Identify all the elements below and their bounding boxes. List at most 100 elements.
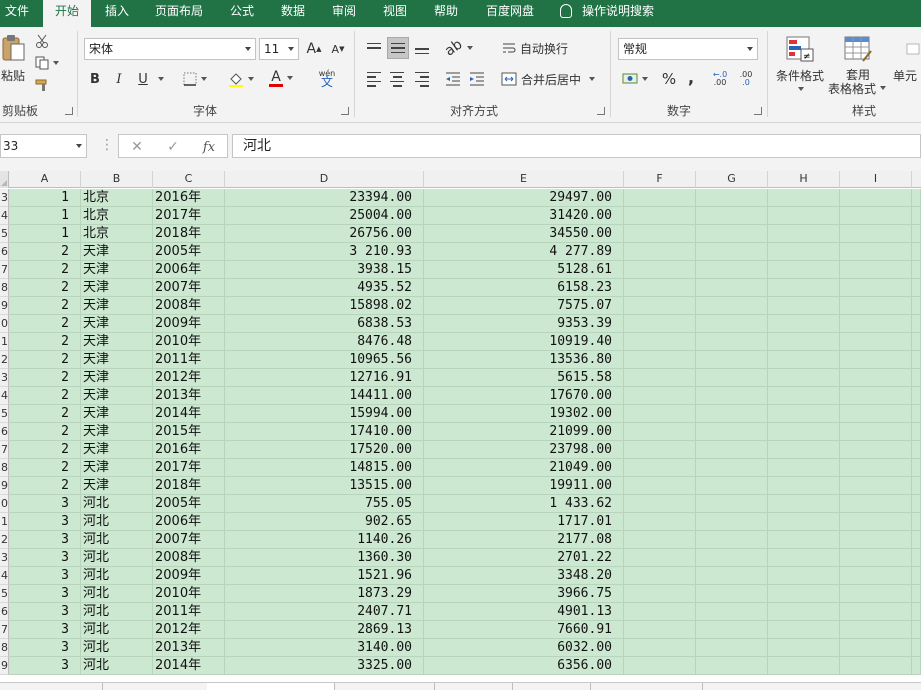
empty-cell[interactable] bbox=[696, 549, 768, 567]
worksheet-grid[interactable]: A B C D E F G H I 3 1 北京 2016年 23394.00 29497… bbox=[0, 171, 921, 682]
cell-a[interactable]: 2 bbox=[9, 477, 81, 495]
cell-b[interactable]: 天津 bbox=[81, 279, 153, 297]
empty-cell[interactable] bbox=[912, 477, 921, 495]
cell-d[interactable]: 3140.00 bbox=[225, 639, 424, 657]
empty-cell[interactable] bbox=[912, 639, 921, 657]
empty-cell[interactable] bbox=[840, 261, 912, 279]
cell-a[interactable]: 2 bbox=[9, 297, 81, 315]
empty-cell[interactable] bbox=[768, 189, 840, 207]
cell-d[interactable]: 1873.29 bbox=[225, 585, 424, 603]
cell-b[interactable]: 河北 bbox=[81, 603, 153, 621]
empty-cell[interactable] bbox=[840, 369, 912, 387]
empty-cell[interactable] bbox=[768, 441, 840, 459]
empty-cell[interactable] bbox=[840, 225, 912, 243]
underline-button[interactable]: U bbox=[134, 69, 152, 89]
sheet-tab[interactable] bbox=[335, 683, 435, 690]
cell-b[interactable]: 河北 bbox=[81, 567, 153, 585]
empty-cell[interactable] bbox=[840, 315, 912, 333]
cell-b[interactable]: 北京 bbox=[81, 207, 153, 225]
cell-e[interactable]: 10919.40 bbox=[424, 333, 624, 351]
empty-cell[interactable] bbox=[912, 567, 921, 585]
row-header[interactable]: 7 bbox=[0, 441, 9, 459]
format-as-table-button[interactable]: 表格格式 bbox=[826, 81, 888, 96]
grow-font-button[interactable]: A ▲ bbox=[304, 39, 324, 59]
cell-e[interactable]: 6356.00 bbox=[424, 657, 624, 675]
column-header-f[interactable]: F bbox=[624, 171, 696, 188]
tab-file[interactable]: 文件 bbox=[0, 0, 34, 27]
align-middle-button[interactable] bbox=[387, 37, 409, 59]
empty-cell[interactable] bbox=[696, 315, 768, 333]
orientation-button[interactable]: ab bbox=[442, 36, 475, 60]
empty-cell[interactable] bbox=[840, 603, 912, 621]
format-painter-icon[interactable] bbox=[34, 77, 52, 93]
cell-b[interactable]: 北京 bbox=[81, 225, 153, 243]
empty-cell[interactable] bbox=[624, 369, 696, 387]
cell-c[interactable]: 2005年 bbox=[153, 495, 225, 513]
tab-home[interactable]: 开始 bbox=[43, 0, 91, 27]
row-header[interactable]: 9 bbox=[0, 657, 9, 675]
cell-e[interactable]: 21099.00 bbox=[424, 423, 624, 441]
cell-c[interactable]: 2011年 bbox=[153, 351, 225, 369]
name-box[interactable]: 33 bbox=[0, 134, 87, 158]
cell-a[interactable]: 3 bbox=[9, 531, 81, 549]
empty-cell[interactable] bbox=[624, 531, 696, 549]
empty-cell[interactable] bbox=[768, 297, 840, 315]
empty-cell[interactable] bbox=[624, 387, 696, 405]
cell-c[interactable]: 2007年 bbox=[153, 279, 225, 297]
align-bottom-button[interactable] bbox=[412, 37, 432, 59]
column-header-g[interactable]: G bbox=[696, 171, 768, 188]
cell-b[interactable]: 河北 bbox=[81, 657, 153, 675]
empty-cell[interactable] bbox=[840, 387, 912, 405]
cell-a[interactable]: 1 bbox=[9, 207, 81, 225]
empty-cell[interactable] bbox=[768, 279, 840, 297]
cell-d[interactable]: 3 210.93 bbox=[225, 243, 424, 261]
cell-b[interactable]: 天津 bbox=[81, 459, 153, 477]
align-center-button[interactable] bbox=[387, 69, 407, 89]
column-header-d[interactable]: D bbox=[225, 171, 424, 188]
cell-e[interactable]: 19302.00 bbox=[424, 405, 624, 423]
decrease-indent-button[interactable] bbox=[443, 69, 463, 89]
empty-cell[interactable] bbox=[912, 333, 921, 351]
empty-cell[interactable] bbox=[912, 513, 921, 531]
font-family-select[interactable]: 宋体 bbox=[84, 38, 256, 60]
clipboard-launcher-icon[interactable] bbox=[65, 107, 73, 115]
row-header[interactable]: 4 bbox=[0, 207, 9, 225]
cell-b[interactable]: 天津 bbox=[81, 297, 153, 315]
empty-cell[interactable] bbox=[912, 351, 921, 369]
cell-d[interactable]: 755.05 bbox=[225, 495, 424, 513]
cell-e[interactable]: 4 277.89 bbox=[424, 243, 624, 261]
empty-cell[interactable] bbox=[912, 369, 921, 387]
cell-e[interactable]: 7575.07 bbox=[424, 297, 624, 315]
cell-e[interactable]: 4901.13 bbox=[424, 603, 624, 621]
empty-cell[interactable] bbox=[624, 657, 696, 675]
cell-a[interactable]: 3 bbox=[9, 567, 81, 585]
empty-cell[interactable] bbox=[696, 441, 768, 459]
cell-e[interactable]: 5615.58 bbox=[424, 369, 624, 387]
empty-cell[interactable] bbox=[624, 207, 696, 225]
row-header[interactable]: 3 bbox=[0, 549, 9, 567]
empty-cell[interactable] bbox=[840, 531, 912, 549]
empty-cell[interactable] bbox=[912, 495, 921, 513]
empty-cell[interactable] bbox=[696, 207, 768, 225]
cell-b[interactable]: 天津 bbox=[81, 405, 153, 423]
empty-cell[interactable] bbox=[840, 279, 912, 297]
cell-c[interactable]: 2010年 bbox=[153, 585, 225, 603]
empty-cell[interactable] bbox=[840, 549, 912, 567]
empty-cell[interactable] bbox=[912, 315, 921, 333]
cell-c[interactable]: 2016年 bbox=[153, 189, 225, 207]
empty-cell[interactable] bbox=[768, 567, 840, 585]
empty-cell[interactable] bbox=[912, 261, 921, 279]
cell-d[interactable]: 12716.91 bbox=[225, 369, 424, 387]
cell-a[interactable]: 2 bbox=[9, 333, 81, 351]
empty-cell[interactable] bbox=[696, 351, 768, 369]
empty-cell[interactable] bbox=[696, 657, 768, 675]
empty-cell[interactable] bbox=[912, 585, 921, 603]
format-as-table-icon[interactable] bbox=[842, 34, 874, 64]
cell-c[interactable]: 2017年 bbox=[153, 459, 225, 477]
row-header[interactable]: 1 bbox=[0, 513, 9, 531]
cell-e[interactable]: 13536.80 bbox=[424, 351, 624, 369]
cell-c[interactable]: 2006年 bbox=[153, 513, 225, 531]
cell-a[interactable]: 2 bbox=[9, 351, 81, 369]
row-header[interactable]: 7 bbox=[0, 261, 9, 279]
empty-cell[interactable] bbox=[768, 405, 840, 423]
